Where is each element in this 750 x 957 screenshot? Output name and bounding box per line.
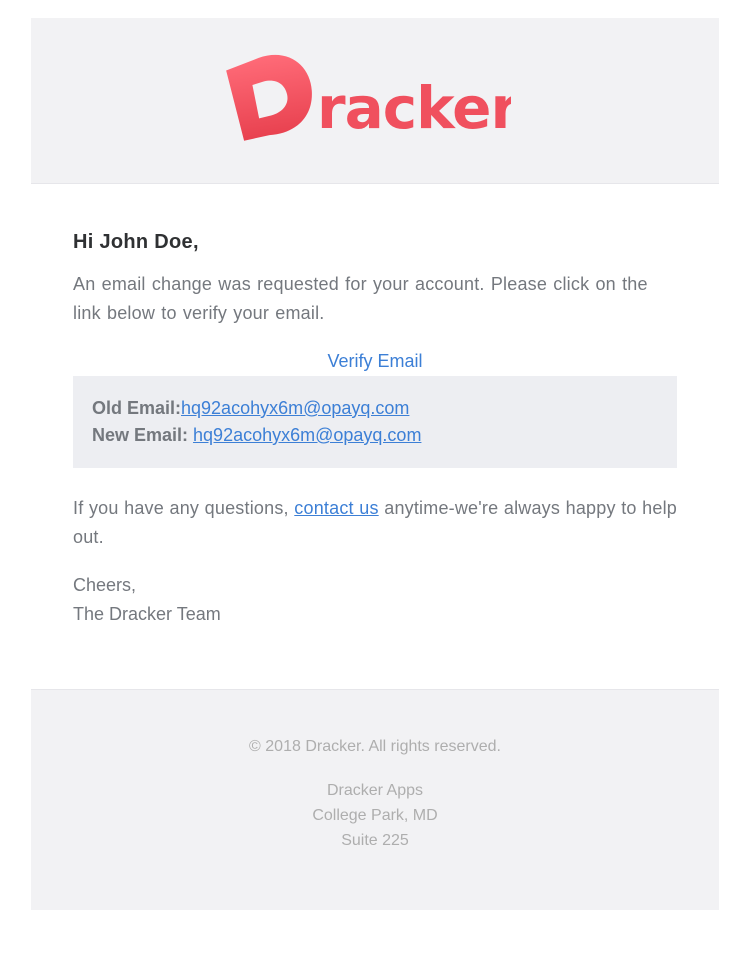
company-address: Dracker Apps College Park, MD Suite 225 bbox=[31, 778, 719, 853]
email-footer: © 2018 Dracker. All rights reserved. Dra… bbox=[31, 689, 719, 910]
greeting-heading: Hi John Doe, bbox=[73, 231, 199, 253]
contact-us-link[interactable]: contact us bbox=[294, 498, 378, 518]
new-email-label: New Email: bbox=[92, 425, 194, 445]
verify-email-link[interactable]: Verify Email bbox=[327, 351, 422, 371]
dracker-logo-graphic: racker bbox=[226, 54, 511, 142]
new-email-row: New Email: hq92acohyx6m@opayq.com bbox=[92, 422, 658, 449]
verify-wrapper: Verify Email bbox=[73, 346, 677, 376]
intro-paragraph: An email change was requested for your a… bbox=[73, 274, 648, 323]
old-email-link[interactable]: hq92acohyx6m@opayq.com bbox=[181, 398, 409, 418]
dracker-logo: racker bbox=[221, 48, 511, 148]
questions-paragraph: If you have any questions, contact us an… bbox=[73, 494, 677, 552]
new-email-link[interactable]: hq92acohyx6m@opayq.com bbox=[193, 425, 421, 445]
address-line-city: College Park, MD bbox=[312, 807, 438, 824]
address-line-company: Dracker Apps bbox=[326, 782, 424, 799]
old-email-row: Old Email:hq92acohyx6m@opayq.com bbox=[92, 395, 658, 422]
copyright-text: © 2018 Dracker. All rights reserved. bbox=[249, 738, 501, 755]
signoff: Cheers, The Dracker Team bbox=[73, 571, 677, 629]
signoff-cheers: Cheers, bbox=[73, 575, 137, 595]
email-change-panel: Old Email:hq92acohyx6m@opayq.com New Ema… bbox=[73, 376, 677, 468]
svg-text:racker: racker bbox=[317, 74, 511, 142]
questions-text-before: If you have any questions, bbox=[73, 498, 295, 518]
email-container: racker Hi John Doe, An email change was … bbox=[31, 18, 719, 644]
address-line-suite: Suite 225 bbox=[341, 832, 409, 849]
email-content: Hi John Doe, An email change was request… bbox=[31, 184, 719, 644]
signoff-team: The Dracker Team bbox=[73, 604, 221, 624]
email-header: racker bbox=[31, 18, 719, 184]
old-email-label: Old Email: bbox=[92, 398, 182, 418]
